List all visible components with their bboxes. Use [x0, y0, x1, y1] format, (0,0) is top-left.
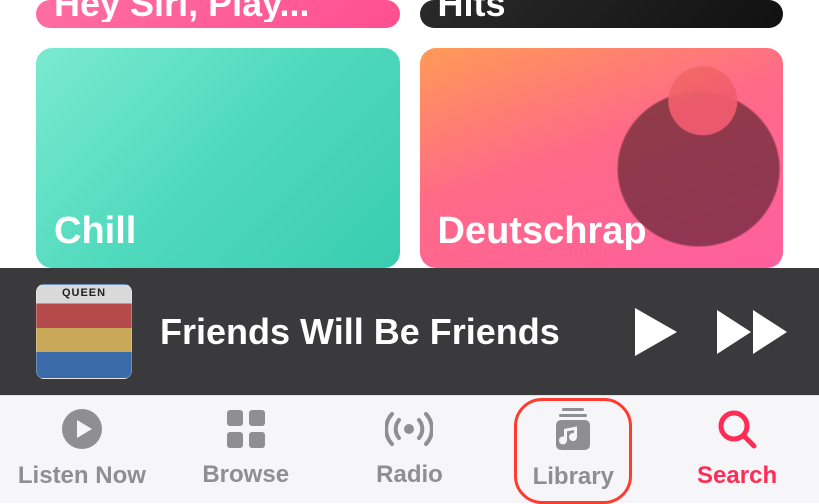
tab-label: Browse [202, 461, 289, 489]
play-circle-icon [62, 409, 102, 454]
card-label: Hey Siri, Play... [54, 0, 309, 22]
tab-label: Radio [376, 461, 443, 489]
search-icon [717, 409, 757, 454]
now-playing-title: Friends Will Be Friends [160, 311, 607, 353]
tab-label: Listen Now [18, 462, 146, 490]
tab-library[interactable]: Library [491, 396, 655, 503]
tab-bar: Listen Now Browse Radio [0, 395, 819, 503]
card-label: Hits [438, 0, 506, 22]
card-deutschrap[interactable]: Deutschrap [420, 48, 784, 268]
card-label: Deutschrap [438, 212, 647, 250]
card-chill[interactable]: Chill [36, 48, 400, 268]
browse-scroll-area[interactable]: Hey Siri, Play... Hits Chill Deutschrap [0, 0, 819, 268]
skip-forward-button[interactable] [717, 310, 789, 354]
album-art[interactable] [36, 284, 132, 379]
card-label: Chill [54, 212, 136, 250]
tab-radio[interactable]: Radio [328, 396, 492, 503]
grid-icon [227, 410, 265, 453]
card-hits[interactable]: Hits [420, 0, 784, 28]
tab-listen-now[interactable]: Listen Now [0, 396, 164, 503]
tab-label: Search [697, 462, 777, 490]
card-hey-siri[interactable]: Hey Siri, Play... [36, 0, 400, 28]
play-button[interactable] [635, 308, 677, 356]
radio-icon [385, 410, 433, 453]
tab-search[interactable]: Search [655, 396, 819, 503]
tab-label: Library [533, 463, 614, 491]
library-icon [554, 408, 592, 455]
mini-player[interactable]: Friends Will Be Friends [0, 268, 819, 395]
tab-browse[interactable]: Browse [164, 396, 328, 503]
